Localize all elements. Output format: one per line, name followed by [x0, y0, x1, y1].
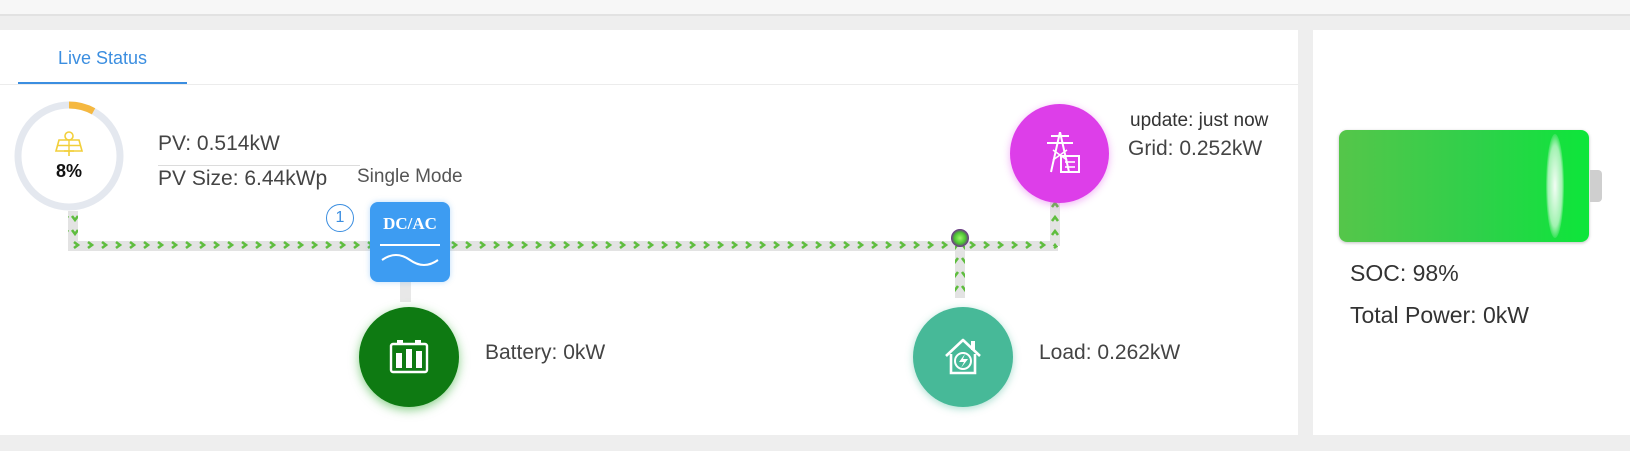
inverter-label: DC/AC	[383, 214, 437, 233]
battery-gloss	[1546, 134, 1564, 238]
inverter-icon	[380, 244, 440, 266]
flow-main-horizontal	[68, 241, 1058, 251]
inverter-node[interactable]: DC/AC	[370, 202, 450, 282]
pv-gauge: 8%	[18, 105, 120, 207]
pv-size-label: PV Size: 6.44kWp	[158, 167, 328, 190]
load-node[interactable]	[913, 307, 1013, 407]
battery-icon	[389, 340, 429, 374]
soc-label: SOC: 98%	[1350, 260, 1459, 286]
flow-grid-up	[1050, 202, 1060, 246]
grid-node[interactable]	[1010, 104, 1109, 203]
flow-load-down	[955, 246, 965, 298]
pv-divider	[158, 165, 360, 166]
battery-node[interactable]	[359, 307, 459, 407]
home-power-icon	[945, 338, 981, 375]
battery-summary-panel: SOC: 98% Total Power: 0kW	[1313, 30, 1630, 435]
pv-percent: 8%	[55, 161, 82, 181]
inverter-index-badge[interactable]: 1	[326, 204, 354, 232]
inverter-mode-label: Single Mode	[357, 166, 463, 187]
junction-dot	[951, 229, 969, 247]
solar-panel-icon	[54, 131, 84, 156]
top-strip	[0, 0, 1630, 14]
battery-power-label: Battery: 0kW	[485, 341, 606, 364]
flow-pv-down	[68, 211, 78, 241]
grid-update-label: update: just now	[1130, 110, 1269, 131]
battery-terminal	[1590, 170, 1602, 202]
power-flow-diagram	[14, 101, 1060, 302]
live-status-panel: Live Status 8% PV: 0.514kW PV Size: 6.44…	[0, 30, 1298, 435]
power-tower-icon	[1047, 132, 1080, 173]
pv-power-label: PV: 0.514kW	[158, 132, 280, 155]
total-power-label: Total Power: 0kW	[1350, 302, 1529, 328]
grid-power-label: Grid: 0.252kW	[1128, 137, 1263, 160]
load-power-label: Load: 0.262kW	[1039, 341, 1181, 364]
top-strip-shadow	[0, 14, 1630, 16]
